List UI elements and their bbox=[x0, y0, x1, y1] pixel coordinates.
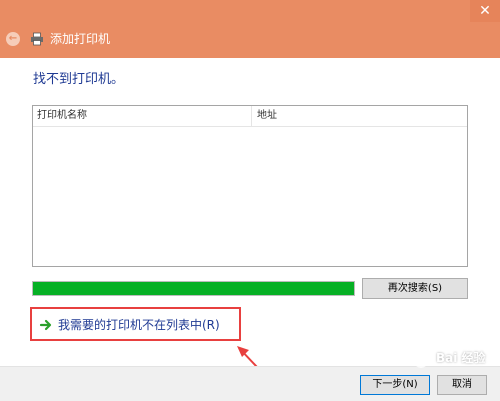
green-arrow-icon bbox=[39, 319, 52, 331]
list-header: 打印机名称 地址 bbox=[33, 106, 467, 127]
baidu-watermark: Bai 经验 bbox=[408, 346, 492, 376]
add-printer-window: ✕ ← 添加打印机 找不到打印机。 打印机名称 地址 再次搜索(S) 我需要的打… bbox=[0, 0, 500, 401]
cancel-button[interactable]: 取消 bbox=[437, 375, 487, 395]
column-divider[interactable] bbox=[251, 106, 252, 126]
search-again-button[interactable]: 再次搜索(S) bbox=[362, 278, 468, 299]
window-title: 添加打印机 bbox=[50, 32, 111, 46]
column-header-address[interactable]: 地址 bbox=[257, 106, 277, 126]
close-button[interactable]: ✕ bbox=[470, 0, 500, 22]
watermark-text: Bai 经验 bbox=[436, 351, 486, 365]
column-header-printer-name[interactable]: 打印机名称 bbox=[37, 106, 87, 126]
printer-not-listed-link[interactable]: 我需要的打印机不在列表中(R) bbox=[58, 317, 220, 333]
page-heading: 找不到打印机。 bbox=[33, 72, 125, 87]
paw-icon bbox=[411, 349, 432, 368]
progress-fill bbox=[33, 282, 354, 295]
title-bar: ✕ ← 添加打印机 bbox=[0, 0, 500, 58]
printer-icon bbox=[31, 32, 43, 46]
printer-list[interactable]: 打印机名称 地址 bbox=[32, 105, 468, 267]
next-button[interactable]: 下一步(N) bbox=[360, 375, 430, 395]
back-arrow-icon[interactable]: ← bbox=[6, 32, 20, 46]
search-progress-bar bbox=[32, 281, 355, 296]
